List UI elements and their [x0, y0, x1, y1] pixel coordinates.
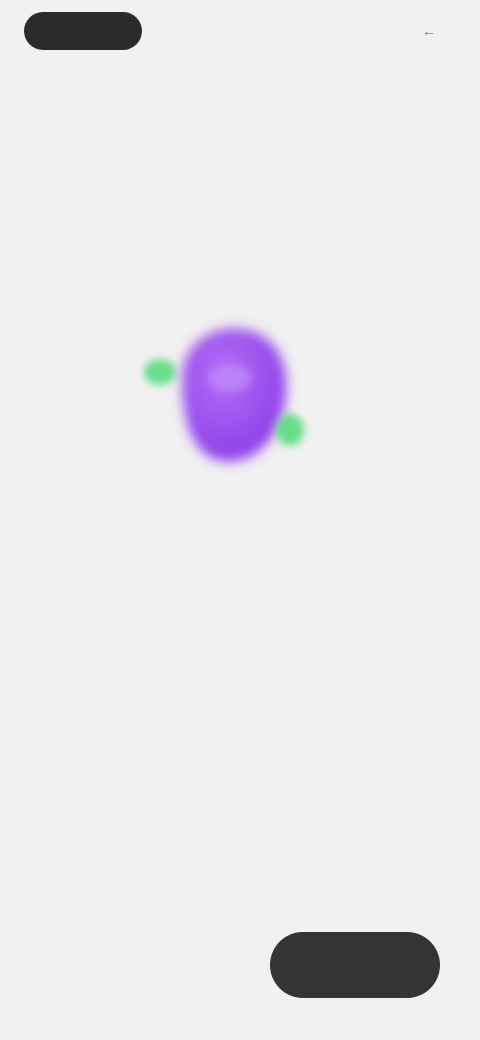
planet-highlight [208, 364, 252, 392]
top-bar: ← [0, 0, 480, 64]
footer [40, 930, 440, 1000]
orbit-planet-icon [144, 328, 304, 462]
primary-button[interactable] [270, 932, 440, 998]
purple-planet [182, 328, 287, 462]
secondary-button[interactable] [40, 940, 230, 990]
status-pill[interactable] [24, 12, 142, 50]
green-orb-right [276, 414, 304, 446]
top-action-button[interactable]: ← [422, 20, 442, 42]
onboarding-illustration [130, 290, 330, 500]
green-orb-left [144, 359, 176, 385]
arrow-icon: ← [422, 23, 436, 39]
